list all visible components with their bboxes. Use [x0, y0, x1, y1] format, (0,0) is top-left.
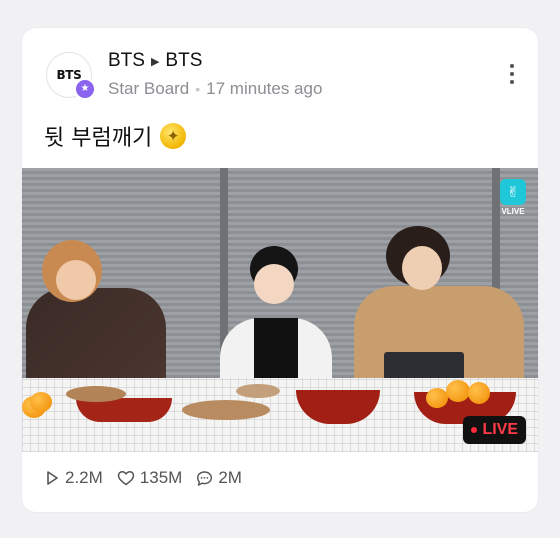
more-dot: [510, 64, 514, 68]
nut-plate: [182, 400, 270, 420]
likes-stat[interactable]: 135M: [117, 468, 183, 488]
post-meta: Star Board • 17 minutes ago: [108, 79, 322, 99]
board-channel-name[interactable]: BTS: [165, 50, 202, 72]
post-text: 뒷 부럼깨기: [44, 126, 153, 151]
vlive-v-icon: ✌: [500, 179, 526, 205]
vlive-logo: ✌ VLIVE: [498, 176, 528, 216]
comments-stat[interactable]: 2M: [196, 468, 242, 488]
more-options-button[interactable]: [500, 62, 524, 86]
live-label: LIVE: [482, 421, 518, 438]
channel-name[interactable]: BTS: [108, 50, 145, 72]
more-dot: [510, 80, 514, 84]
live-badge: LIVE: [463, 416, 526, 444]
nut-plate: [236, 384, 280, 398]
post-card[interactable]: BTS ★ BTS ▶ BTS Star Board • 17 minutes …: [22, 28, 538, 512]
caret-right-icon: ▶: [150, 55, 160, 68]
separator-dot: •: [195, 81, 201, 97]
live-dot-icon: [471, 427, 478, 433]
post-body: 뒷 부럼깨기 ✦: [44, 120, 187, 152]
comment-icon[interactable]: [196, 470, 213, 487]
post-header-title: BTS ▶ BTS: [108, 50, 202, 72]
heart-icon[interactable]: [117, 470, 135, 486]
video-thumbnail[interactable]: ✌ VLIVE LIVE: [22, 168, 538, 452]
play-icon: [47, 471, 58, 485]
post-time: 17 minutes ago: [206, 79, 323, 98]
star-badge-icon: ★: [74, 78, 96, 100]
likes-count: 135M: [139, 468, 183, 487]
plays-count: 2.2M: [65, 468, 103, 487]
moon-emoji-icon: ✦: [160, 123, 187, 149]
more-dot: [510, 72, 514, 76]
comments-count: 2M: [218, 468, 242, 487]
plays-stat: 2.2M: [44, 468, 103, 488]
post-stats: 2.2M 135M 2M: [44, 468, 242, 488]
nut-plate: [66, 386, 126, 402]
vlive-logo-text: VLIVE: [501, 207, 525, 216]
board-name[interactable]: Star Board: [108, 79, 189, 99]
